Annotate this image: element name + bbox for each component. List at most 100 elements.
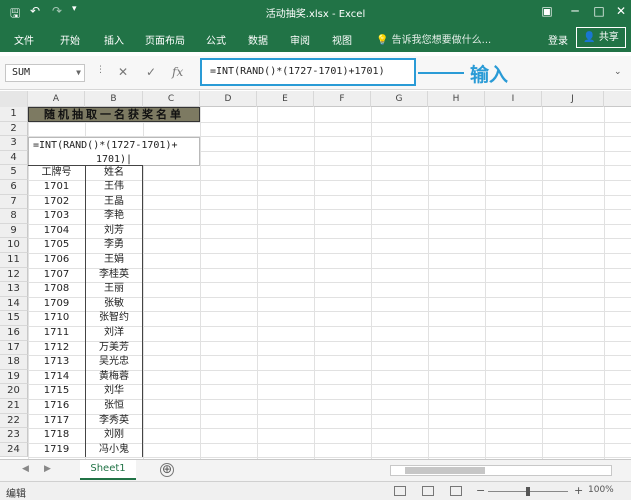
tab-review[interactable]: 审阅 <box>290 32 310 47</box>
col-header-g[interactable]: G <box>371 91 428 107</box>
page-layout-view-icon[interactable] <box>422 486 434 496</box>
row-header-17[interactable]: 17 <box>0 340 28 356</box>
cell-employee-name[interactable]: 张恒 <box>85 399 143 414</box>
tab-insert[interactable]: 插入 <box>104 32 124 47</box>
row-header-18[interactable]: 18 <box>0 355 28 370</box>
cell-employee-id[interactable]: 1716 <box>28 399 85 414</box>
normal-view-icon[interactable] <box>394 486 406 496</box>
row-header-22[interactable]: 22 <box>0 413 28 429</box>
cell-employee-name[interactable]: 李勇 <box>85 238 143 253</box>
zoom-out-icon[interactable]: − <box>476 484 485 497</box>
cell-employee-name[interactable]: 万美芳 <box>85 340 143 356</box>
row-header-5[interactable]: 5 <box>0 165 28 180</box>
cell-employee-id[interactable]: 1703 <box>28 209 85 224</box>
row-header-16[interactable]: 16 <box>0 326 28 341</box>
cell-employee-id[interactable]: 1719 <box>28 443 85 458</box>
select-all-corner[interactable] <box>0 91 28 107</box>
cell-employee-name[interactable]: 王娟 <box>85 253 143 268</box>
tab-formulas[interactable]: 公式 <box>206 32 226 47</box>
maximize-icon[interactable]: □ <box>590 3 608 19</box>
name-box[interactable]: SUM ▼ <box>5 64 85 82</box>
enter-icon[interactable]: ✓ <box>146 65 156 79</box>
row-header-1[interactable]: 1 <box>0 107 28 122</box>
row-header-9[interactable]: 9 <box>0 223 28 239</box>
cell-employee-id[interactable]: 1712 <box>28 341 85 356</box>
cancel-icon[interactable]: ✕ <box>118 65 128 79</box>
row-header-7[interactable]: 7 <box>0 194 28 210</box>
worksheet-grid[interactable]: 随机抽取一名获奖名单 =INT(RAND()*(1727-1701)+ 1701… <box>28 107 631 459</box>
row-header-15[interactable]: 15 <box>0 311 28 326</box>
ribbon-display-icon[interactable]: ▣ <box>538 3 556 19</box>
col-header-h[interactable]: H <box>428 91 485 107</box>
row-header-8[interactable]: 8 <box>0 209 28 224</box>
row-header-21[interactable]: 21 <box>0 399 28 414</box>
cell-employee-id[interactable]: 1718 <box>28 428 85 443</box>
cell-employee-id[interactable]: 1706 <box>28 253 85 268</box>
cell-employee-id[interactable]: 1711 <box>28 326 85 341</box>
cell-employee-id[interactable]: 1708 <box>28 282 85 297</box>
editing-cell[interactable]: =INT(RAND()*(1727-1701)+ 1701)| <box>28 137 200 166</box>
page-break-view-icon[interactable] <box>450 486 462 496</box>
row-header-11[interactable]: 11 <box>0 253 28 268</box>
tab-page-layout[interactable]: 页面布局 <box>145 32 185 47</box>
cell-employee-name[interactable]: 张智约 <box>85 311 143 326</box>
tab-data[interactable]: 数据 <box>248 32 268 47</box>
cell-employee-name[interactable]: 李桂英 <box>85 267 143 283</box>
tell-me-box[interactable]: 💡 告诉我您想要做什么... <box>376 31 491 46</box>
cell-employee-name[interactable]: 王伟 <box>85 180 143 195</box>
cell-employee-id[interactable]: 1707 <box>28 268 85 283</box>
zoom-slider-thumb[interactable] <box>526 487 530 496</box>
minimize-icon[interactable]: ─ <box>566 3 584 19</box>
tab-file[interactable]: 文件 <box>14 32 34 47</box>
close-icon[interactable]: ✕ <box>612 3 630 19</box>
col-header-c[interactable]: C <box>143 91 200 107</box>
zoom-level[interactable]: 100% <box>588 485 614 495</box>
row-header-6[interactable]: 6 <box>0 180 28 195</box>
row-header-14[interactable]: 14 <box>0 296 28 312</box>
scrollbar-thumb[interactable] <box>405 467 485 474</box>
title-cell[interactable]: 随机抽取一名获奖名单 <box>28 107 200 122</box>
cell-employee-name[interactable]: 张敏 <box>85 296 143 312</box>
row-header-3[interactable]: 3 <box>0 136 28 151</box>
cell-employee-id[interactable]: 1713 <box>28 355 85 370</box>
next-sheet-icon[interactable]: ▶ <box>44 464 51 474</box>
cell-employee-name[interactable]: 刘华 <box>85 384 143 399</box>
header-name-cell[interactable]: 姓名 <box>85 165 143 180</box>
cell-employee-name[interactable]: 李艳 <box>85 209 143 224</box>
cell-employee-name[interactable]: 刘刚 <box>85 428 143 443</box>
tab-view[interactable]: 视图 <box>332 32 352 47</box>
login-link[interactable]: 登录 <box>548 32 568 47</box>
cell-employee-id[interactable]: 1710 <box>28 311 85 326</box>
cell-employee-id[interactable]: 1702 <box>28 195 85 210</box>
share-button[interactable]: 👤 共享 <box>576 27 626 48</box>
horizontal-scrollbar[interactable] <box>390 465 612 476</box>
row-header-23[interactable]: 23 <box>0 428 28 443</box>
cell-employee-id[interactable]: 1701 <box>28 180 85 195</box>
row-header-13[interactable]: 13 <box>0 282 28 297</box>
row-header-2[interactable]: 2 <box>0 121 28 137</box>
cell-employee-name[interactable]: 王丽 <box>85 282 143 297</box>
row-header-10[interactable]: 10 <box>0 238 28 253</box>
col-header-i[interactable]: I <box>485 91 542 107</box>
col-header-b[interactable]: B <box>85 91 143 107</box>
cell-employee-id[interactable]: 1715 <box>28 384 85 399</box>
cell-employee-name[interactable]: 刘芳 <box>85 223 143 239</box>
cell-employee-id[interactable]: 1704 <box>28 224 85 239</box>
cell-employee-name[interactable]: 刘洋 <box>85 326 143 341</box>
cell-employee-id[interactable]: 1709 <box>28 297 85 312</box>
col-header-e[interactable]: E <box>257 91 314 107</box>
row-header-19[interactable]: 19 <box>0 369 28 385</box>
col-header-j[interactable]: J <box>542 91 604 107</box>
tab-home[interactable]: 开始 <box>60 32 80 47</box>
cell-employee-id[interactable]: 1714 <box>28 370 85 385</box>
cell-employee-name[interactable]: 冯小鬼 <box>85 442 143 458</box>
col-header-f[interactable]: F <box>314 91 371 107</box>
zoom-in-icon[interactable]: + <box>574 484 583 497</box>
col-header-a[interactable]: A <box>28 91 85 107</box>
sheet-tab-sheet1[interactable]: Sheet1 <box>80 460 136 480</box>
cell-employee-name[interactable]: 吴光忠 <box>85 355 143 370</box>
insert-function-icon[interactable]: fx <box>172 65 183 79</box>
row-header-20[interactable]: 20 <box>0 384 28 399</box>
cell-employee-name[interactable]: 黄梅蓉 <box>85 369 143 385</box>
cell-employee-id[interactable]: 1717 <box>28 414 85 429</box>
